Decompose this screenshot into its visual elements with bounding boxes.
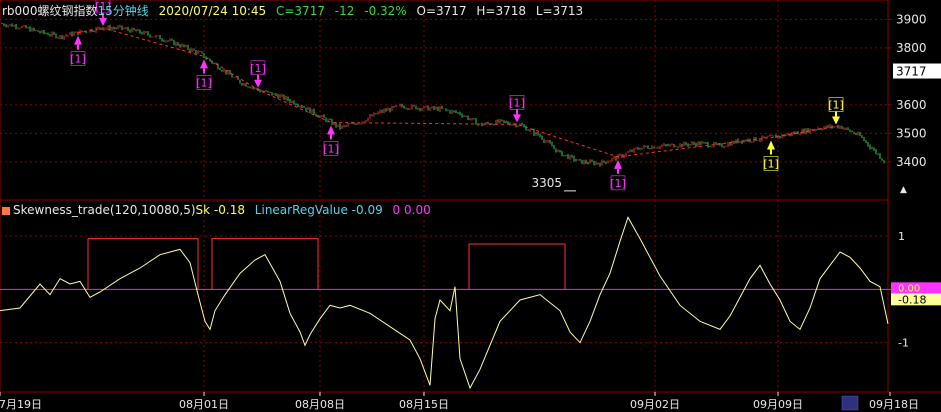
- signal-arrow-up-icon: [327, 125, 335, 135]
- signal-arrow-up-icon: [200, 59, 208, 69]
- date-tick-label: 09月18日: [869, 398, 919, 411]
- date-tick-label: 08月01日: [179, 398, 229, 411]
- low-price-label: 3305: [531, 176, 562, 190]
- price-tick-label: 3600: [896, 98, 927, 112]
- indicator-header: Skewness_trade(120,10080,5)Sk -0.18 Line…: [2, 203, 431, 217]
- symbol-code[interactable]: rb000: [2, 4, 37, 18]
- indicator-layer: [0, 216, 941, 390]
- signal-arrow-stem: [203, 68, 205, 74]
- change-percent: -0.32%: [364, 4, 407, 18]
- signal-label: [1]: [196, 76, 212, 89]
- price-tick-label: 3500: [896, 126, 927, 140]
- signal-marker: [1]: [70, 35, 86, 66]
- signal-marker: [1]: [763, 140, 779, 171]
- date-tick-label: 08月08日: [295, 398, 345, 411]
- signal-label: [1]: [763, 157, 779, 170]
- signal-marker: [1]: [323, 125, 339, 156]
- signal-marker: [1]: [610, 159, 626, 191]
- signal-arrow-down-icon: [99, 17, 107, 26]
- scroll-thumb: [841, 395, 859, 411]
- signal-label: [1]: [323, 143, 339, 156]
- price-tick-label: 3800: [896, 41, 927, 55]
- signal-arrow-stem: [77, 44, 79, 50]
- sk-value: Sk -0.18: [195, 203, 245, 217]
- date-tick-label: 08月15日: [399, 398, 449, 411]
- signal-arrow-stem: [617, 168, 619, 174]
- indicator-marker-icon: [2, 206, 10, 215]
- grid-layer: [0, 0, 889, 393]
- close-value: C=3717: [275, 4, 325, 18]
- bar-datetime: 2020/07/24 10:45: [158, 4, 267, 18]
- period-label[interactable]: 15分钟线: [97, 4, 148, 18]
- price-tick-label: 3400: [896, 155, 927, 169]
- signal-label: [1]: [70, 53, 86, 66]
- signal-label: [1]: [509, 96, 525, 109]
- indicator-tick-label: 1: [898, 230, 905, 243]
- current-price-label: 3717: [896, 65, 927, 79]
- signal-arrow-stem: [770, 149, 772, 155]
- signal-trend-line: [77, 27, 837, 158]
- signal-arrow-up-icon: [614, 159, 622, 169]
- symbol-name[interactable]: 螺纹钢指数: [37, 4, 97, 18]
- price-panel-frame: [0, 0, 889, 201]
- skewness-line: [0, 216, 889, 390]
- indicator-signal-box: [87, 238, 199, 290]
- signal-arrow-up-icon: [767, 140, 775, 150]
- indicator-name[interactable]: Skewness_trade(120,10080,5): [13, 203, 196, 217]
- price-header: rb000螺纹钢指数15分钟线 2020/07/24 10:45 C=3717 …: [2, 2, 583, 19]
- linear-reg-value: LinearRegValue -0.09: [254, 203, 383, 217]
- indicator-panel-frame: [0, 199, 889, 393]
- zero-line-value: 0 0.00: [392, 203, 431, 217]
- indicator-axis: 10.00-0.18-1: [891, 230, 941, 350]
- signal-marker: [1]: [509, 95, 525, 123]
- price-series-layer: [1, 22, 885, 167]
- date-tick-label: 09月09日: [753, 398, 803, 411]
- signal-arrow-stem: [516, 109, 518, 115]
- indicator-tick-label: -1: [898, 337, 909, 350]
- signal-arrow-down-icon: [254, 79, 262, 88]
- date-axis: 07月19日 08月01日 08月08日 08月15日 09月02日 09月09日 09月1…: [0, 391, 941, 411]
- low-value: L=3713: [535, 4, 584, 18]
- indicator-signal-box: [211, 238, 319, 290]
- high-value: H=3718: [476, 4, 527, 18]
- signal-marker: [1]: [250, 60, 266, 88]
- signal-label: [1]: [610, 177, 626, 190]
- signal-marker: [1]: [196, 59, 212, 90]
- date-tick-label: 09月02日: [630, 398, 680, 411]
- open-value: O=3717: [416, 4, 467, 18]
- indicator-signal-box: [468, 243, 566, 290]
- axis-scroll-icon: ▲: [900, 185, 907, 195]
- signal-marker: [1]: [828, 97, 844, 125]
- signal-label: [1]: [250, 62, 266, 75]
- signal-arrow-stem: [835, 111, 837, 117]
- price-axis: 3900 3800 3717 3600 3500 3400 ▲: [888, 12, 941, 195]
- signal-arrow-stem: [330, 134, 332, 140]
- signal-arrow-up-icon: [74, 35, 82, 45]
- signal-arrow-stem: [257, 74, 259, 80]
- signal-arrow-down-icon: [513, 114, 521, 123]
- current-sk-label: -0.18: [898, 293, 926, 306]
- signal-arrow-down-icon: [832, 116, 840, 125]
- change-value: -12: [334, 4, 355, 18]
- date-tick-label: 07月19日: [0, 398, 42, 411]
- signal-label: [1]: [828, 98, 844, 111]
- price-tick-label: 3900: [896, 12, 927, 26]
